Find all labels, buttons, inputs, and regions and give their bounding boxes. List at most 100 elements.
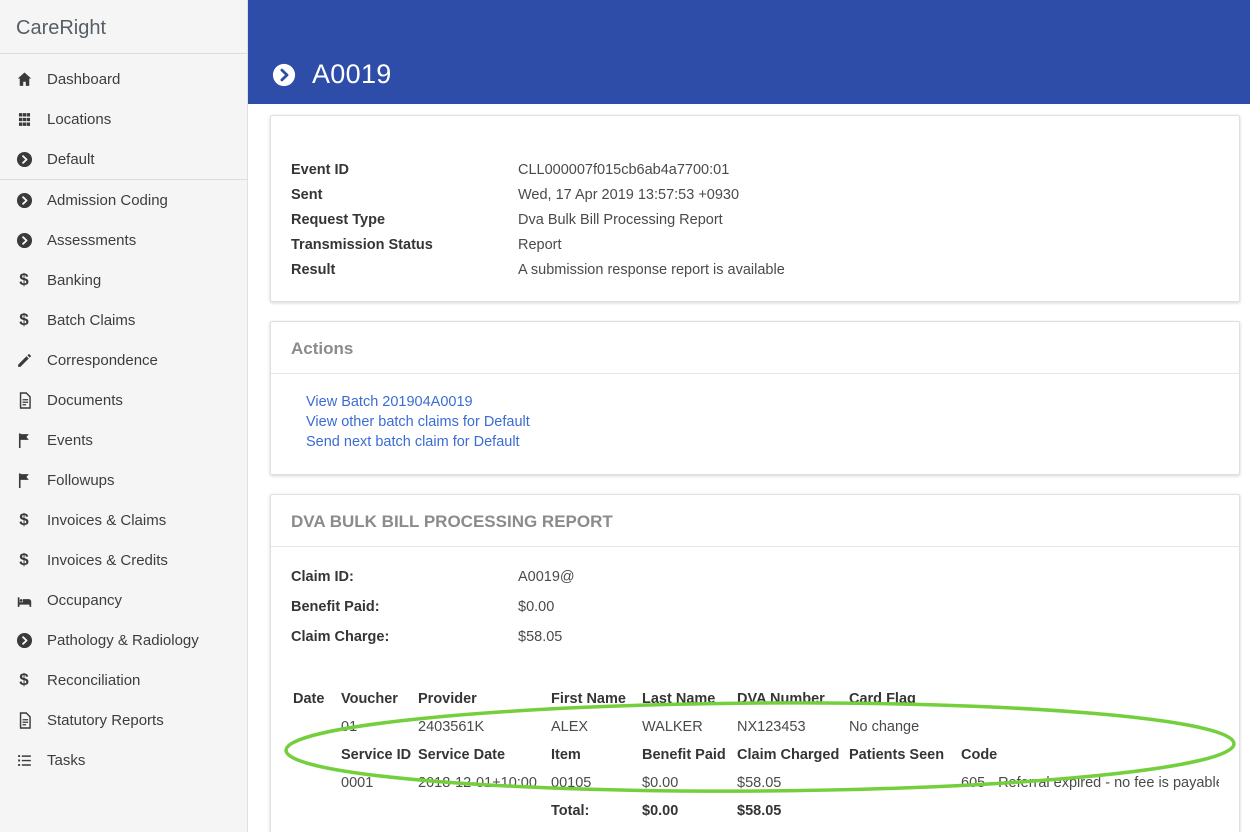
main-content: Event ID CLL000007f015cb6ab4a7700:01 Sen… xyxy=(248,104,1250,832)
sidebar-item-events[interactable]: Events xyxy=(0,420,247,460)
sidebar-item-occupancy[interactable]: Occupancy xyxy=(0,580,247,620)
home-icon xyxy=(14,69,34,89)
total-benefit-paid: $0.00 xyxy=(642,803,679,819)
cell xyxy=(961,685,1219,713)
last-name-cell: WALKER xyxy=(642,719,703,735)
bed-icon xyxy=(14,590,34,610)
dollar-icon: $ xyxy=(19,510,29,529)
document-icon xyxy=(14,710,34,730)
event-id-row: Event ID CLL000007f015cb6ab4a7700:01 xyxy=(291,162,1219,179)
sidebar-item-admission-coding[interactable]: Admission Coding xyxy=(0,180,247,220)
sidebar-item-statutory-reports[interactable]: Statutory Reports xyxy=(0,700,247,740)
total-label: Total: xyxy=(551,803,590,819)
code-cell: 605 - Referral expired - no fee is payab… xyxy=(961,775,1219,791)
field-value: A0019@ xyxy=(518,569,575,585)
page-header: A0019 xyxy=(248,0,1250,104)
sidebar-item-default[interactable]: Default xyxy=(0,139,247,179)
sidebar-item-label: Banking xyxy=(47,271,102,289)
sidebar-item-label: Assessments xyxy=(47,231,137,249)
field-value: $0.00 xyxy=(518,599,555,615)
claim-charged-cell: $58.05 xyxy=(737,775,782,791)
col-header-last-name: Last Name xyxy=(642,691,716,707)
app-logo: CareRight xyxy=(0,0,247,54)
cell xyxy=(961,797,1219,825)
cell xyxy=(418,797,551,825)
sidebar-item-assessments[interactable]: Assessments xyxy=(0,220,247,260)
col-header-voucher: Voucher xyxy=(341,691,398,707)
col-header-benefit-paid: Benefit Paid xyxy=(642,747,726,763)
dollar-icon: $ xyxy=(19,550,29,569)
col-header-claim-charged: Claim Charged xyxy=(737,747,840,763)
sidebar-item-label: Followups xyxy=(47,471,115,489)
sidebar-item-banking[interactable]: $ Banking xyxy=(0,260,247,300)
circle-arrow-icon xyxy=(14,149,34,169)
cell xyxy=(341,797,418,825)
sidebar-item-label: Invoices & Credits xyxy=(47,551,168,569)
sidebar-item-invoices-credits[interactable]: $ Invoices & Credits xyxy=(0,540,247,580)
event-details-card: Event ID CLL000007f015cb6ab4a7700:01 Sen… xyxy=(270,115,1240,302)
provider-cell: 2403561K xyxy=(418,719,485,735)
col-header-service-date: Service Date xyxy=(418,747,506,763)
col-header-card-flag: Card Flag xyxy=(849,691,916,707)
sidebar-item-pathology-radiology[interactable]: Pathology & Radiology xyxy=(0,620,247,660)
benefit-paid-cell: $0.00 xyxy=(642,775,679,791)
claim-id-row: Claim ID: A0019@ xyxy=(291,569,1219,586)
cell xyxy=(293,713,341,741)
field-label: Claim ID: xyxy=(291,569,354,585)
send-next-batch-claim-link[interactable]: Send next batch claim for Default xyxy=(306,432,1219,452)
transmission-status-row: Transmission Status Report xyxy=(291,237,1219,254)
sidebar-item-followups[interactable]: Followups xyxy=(0,460,247,500)
sent-row: Sent Wed, 17 Apr 2019 13:57:53 +0930 xyxy=(291,187,1219,204)
circle-arrow-icon xyxy=(270,61,298,89)
col-header-provider: Provider xyxy=(418,691,477,707)
dollar-icon: $ xyxy=(19,310,29,329)
sidebar-item-label: Admission Coding xyxy=(47,191,168,209)
grid-icon xyxy=(14,109,34,129)
circle-arrow-icon xyxy=(14,190,34,210)
sidebar-item-label: Occupancy xyxy=(47,591,123,609)
field-label: Claim Charge: xyxy=(291,629,390,645)
circle-arrow-icon xyxy=(14,230,34,250)
sidebar-item-locations[interactable]: Locations xyxy=(0,99,247,139)
cell xyxy=(293,741,341,769)
col-header-service-id: Service ID xyxy=(341,747,412,763)
sidebar-item-batch-claims[interactable]: $ Batch Claims xyxy=(0,300,247,340)
sidebar-item-dashboard[interactable]: Dashboard xyxy=(0,59,247,99)
field-label: Result xyxy=(291,262,336,278)
col-header-item: Item xyxy=(551,747,581,763)
col-header-dva-number: DVA Number xyxy=(737,691,825,707)
result-row: Result A submission response report is a… xyxy=(291,262,1219,279)
sidebar-item-documents[interactable]: Documents xyxy=(0,380,247,420)
sidebar-item-label: Statutory Reports xyxy=(47,711,164,729)
actions-card-title: Actions xyxy=(271,322,1239,374)
sidebar-item-correspondence[interactable]: Correspondence xyxy=(0,340,247,380)
col-header-code: Code xyxy=(961,747,998,763)
view-other-batch-claims-link[interactable]: View other batch claims for Default xyxy=(306,412,1219,432)
actions-card: Actions View Batch 201904A0019 View othe… xyxy=(270,321,1240,475)
voucher-cell: 01 xyxy=(341,719,358,735)
sidebar-item-label: Documents xyxy=(47,391,123,409)
sidebar-item-label: Reconciliation xyxy=(47,671,141,689)
view-batch-link[interactable]: View Batch 201904A0019 xyxy=(306,392,1219,412)
col-header-patients-seen: Patients Seen xyxy=(849,747,945,763)
sidebar: CareRight Dashboard Locations Default Ad… xyxy=(0,0,248,832)
first-name-cell: ALEX xyxy=(551,719,589,735)
sidebar-item-reconciliation[interactable]: $ Reconciliation xyxy=(0,660,247,700)
field-value: CLL000007f015cb6ab4a7700:01 xyxy=(518,162,730,178)
total-claim-charged: $58.05 xyxy=(737,803,782,819)
service-id-cell: 0001 xyxy=(341,775,374,791)
sidebar-nav: Dashboard Locations Default Admission Co… xyxy=(0,54,247,780)
sidebar-item-label: Dashboard xyxy=(47,70,121,88)
sidebar-item-tasks[interactable]: Tasks xyxy=(0,740,247,780)
sidebar-item-invoices-claims[interactable]: $ Invoices & Claims xyxy=(0,500,247,540)
edit-icon xyxy=(14,350,34,370)
field-value: Dva Bulk Bill Processing Report xyxy=(518,212,723,228)
dva-report-title: DVA BULK BILL PROCESSING REPORT xyxy=(271,495,1239,547)
claim-charge-row: Claim Charge: $58.05 xyxy=(291,629,1219,646)
sidebar-item-label: Default xyxy=(47,150,95,168)
list-icon xyxy=(14,750,34,770)
cell xyxy=(293,797,341,825)
page-title: A0019 xyxy=(312,59,392,89)
request-type-row: Request Type Dva Bulk Bill Processing Re… xyxy=(291,212,1219,229)
flag-icon xyxy=(14,430,34,450)
